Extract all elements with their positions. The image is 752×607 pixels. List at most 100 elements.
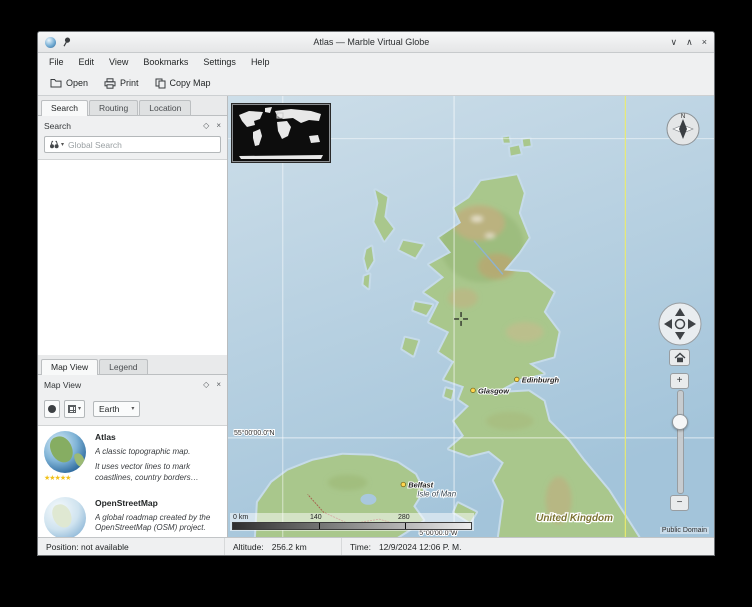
close-panel-icon[interactable]: × [216, 122, 221, 130]
folder-open-icon [50, 78, 62, 88]
atlas-globe-thumbnail [44, 431, 86, 473]
binoculars-search-icon[interactable] [49, 136, 59, 154]
titlebar[interactable]: Atlas — Marble Virtual Globe ∨ ∧ × [38, 32, 714, 53]
map-filter-button[interactable] [44, 400, 60, 418]
attribution-link[interactable]: Public Domain [660, 527, 709, 534]
theme-name: Atlas [95, 432, 221, 442]
current-view-indicator [277, 113, 283, 118]
status-altitude: Altitude: 256.2 km [225, 538, 342, 555]
tab-routing[interactable]: Routing [89, 100, 138, 115]
map-theme-list: ★★★★★ Atlas A classic topographic map. I… [38, 425, 227, 537]
theme-description-2: It uses vector lines to mark coastlines,… [95, 462, 221, 483]
tab-map-view[interactable]: Map View [41, 359, 98, 375]
theme-text: OpenStreetMap A global roadmap created b… [95, 497, 221, 537]
zoom-slider-track[interactable] [677, 390, 684, 494]
altitude-label: Altitude: [233, 542, 264, 552]
minimize-button[interactable]: ∨ [671, 38, 678, 47]
menu-bookmarks[interactable]: Bookmarks [136, 55, 195, 69]
tab-search[interactable]: Search [41, 100, 88, 116]
global-search-input[interactable] [66, 139, 216, 151]
copy-map-button[interactable]: Copy Map [150, 75, 216, 92]
tab-location[interactable]: Location [139, 100, 191, 115]
theme-item-openstreetmap[interactable]: ★★★★★ OpenStreetMap A global roadmap cre… [38, 492, 227, 537]
menu-edit[interactable]: Edit [72, 55, 102, 69]
pin-icon[interactable] [62, 36, 72, 48]
time-value: 12/9/2024 12:06 P. M. [379, 542, 462, 552]
close-button[interactable]: × [702, 38, 707, 47]
grid-icon [68, 405, 76, 413]
open-button[interactable]: Open [45, 75, 93, 91]
home-button[interactable] [669, 349, 690, 366]
theme-thumb-column: ★★★★★ [44, 497, 88, 537]
status-time: Time: 12/9/2024 12:06 P. M. [342, 538, 714, 555]
pan-control[interactable] [658, 302, 702, 346]
sidebar: Search Routing Location Search ◇ × [38, 96, 228, 537]
theme-description: A global roadmap created by the OpenStre… [95, 513, 221, 534]
print-button[interactable]: Print [99, 75, 144, 92]
position-text: Position: not available [46, 542, 129, 552]
overview-world-map[interactable] [232, 104, 330, 162]
map-view-panel-header: Map View ◇ × [38, 375, 227, 393]
close-panel-icon[interactable]: × [216, 381, 221, 389]
edinburgh-city-marker[interactable] [515, 377, 520, 382]
lough-neagh-lake [360, 494, 376, 505]
menu-view[interactable]: View [102, 55, 135, 69]
float-panel-icon[interactable]: ◇ [203, 122, 209, 130]
map-viewport[interactable]: 55°00'00.0"N 5°00'00.0"W Glasgow Edinbur… [228, 96, 714, 537]
search-results-list[interactable] [38, 159, 227, 355]
celestial-body-select[interactable]: Earth ▾ [93, 401, 140, 417]
window-controls: ∨ ∧ × [671, 38, 707, 47]
scale-tick [405, 523, 406, 529]
scale-tick [319, 523, 320, 529]
maximize-button[interactable]: ∧ [686, 38, 693, 47]
scale-bar-strip [232, 522, 472, 530]
main-content: Search Routing Location Search ◇ × [38, 96, 714, 537]
search-panel-header: Search ◇ × [38, 116, 227, 134]
zoom-out-button[interactable]: − [670, 495, 689, 511]
search-input-row: ▾ [38, 134, 227, 159]
search-panel: Search ◇ × ▾ [38, 116, 227, 355]
glasgow-label: Glasgow [478, 386, 510, 395]
panel-tabbar-mid: Map View Legend [38, 355, 227, 375]
menu-settings[interactable]: Settings [196, 55, 243, 69]
copy-map-button-label: Copy Map [170, 78, 211, 88]
search-box: ▾ [44, 136, 221, 153]
scale-zero-label: 0 km [233, 514, 248, 521]
open-button-label: Open [66, 78, 88, 88]
search-panel-title: Search [44, 121, 196, 131]
compass-north-label: N [681, 114, 685, 120]
menu-file[interactable]: File [42, 55, 71, 69]
menu-help[interactable]: Help [244, 55, 277, 69]
print-button-label: Print [120, 78, 139, 88]
zoom-in-button[interactable]: + [670, 373, 689, 389]
latitude-label: 55°00'00.0"N [234, 429, 275, 437]
scale-bar: 0 km 140 280 [230, 513, 474, 531]
map-view-controls: ▾ Earth ▾ [38, 393, 227, 425]
time-label: Time: [350, 542, 371, 552]
search-mode-chevron-icon[interactable]: ▾ [61, 142, 64, 148]
scale-end-label: 280 [398, 514, 410, 521]
map-view-panel-title: Map View [44, 380, 196, 390]
menubar: File Edit View Bookmarks Settings Help [38, 53, 714, 71]
theme-thumb-column: ★★★★★ [44, 431, 88, 492]
zoom-slider-handle[interactable] [672, 414, 688, 430]
chevron-down-icon: ▾ [131, 406, 134, 412]
theme-name: OpenStreetMap [95, 498, 221, 508]
isle-of-man-label: Isle of Man [417, 489, 457, 498]
float-panel-icon[interactable]: ◇ [203, 381, 209, 389]
window-title: Atlas — Marble Virtual Globe [78, 37, 665, 47]
marble-window: Atlas — Marble Virtual Globe ∨ ∧ × File … [37, 31, 715, 556]
belfast-city-marker[interactable] [401, 482, 406, 487]
theme-rating-stars: ★★★★★ [44, 475, 88, 482]
tab-legend[interactable]: Legend [99, 359, 147, 374]
panel-tabbar-top: Search Routing Location [38, 96, 227, 116]
glasgow-city-marker[interactable] [471, 388, 476, 393]
compass-rose[interactable]: N [665, 111, 701, 147]
home-icon [674, 352, 686, 363]
theme-item-atlas[interactable]: ★★★★★ Atlas A classic topographic map. I… [38, 426, 227, 492]
view-mode-button[interactable]: ▾ [64, 400, 85, 418]
scale-mid-label: 140 [310, 514, 322, 521]
celestial-body-value: Earth [99, 404, 119, 414]
status-position: Position: not available [38, 538, 225, 555]
osm-globe-thumbnail [44, 497, 86, 537]
